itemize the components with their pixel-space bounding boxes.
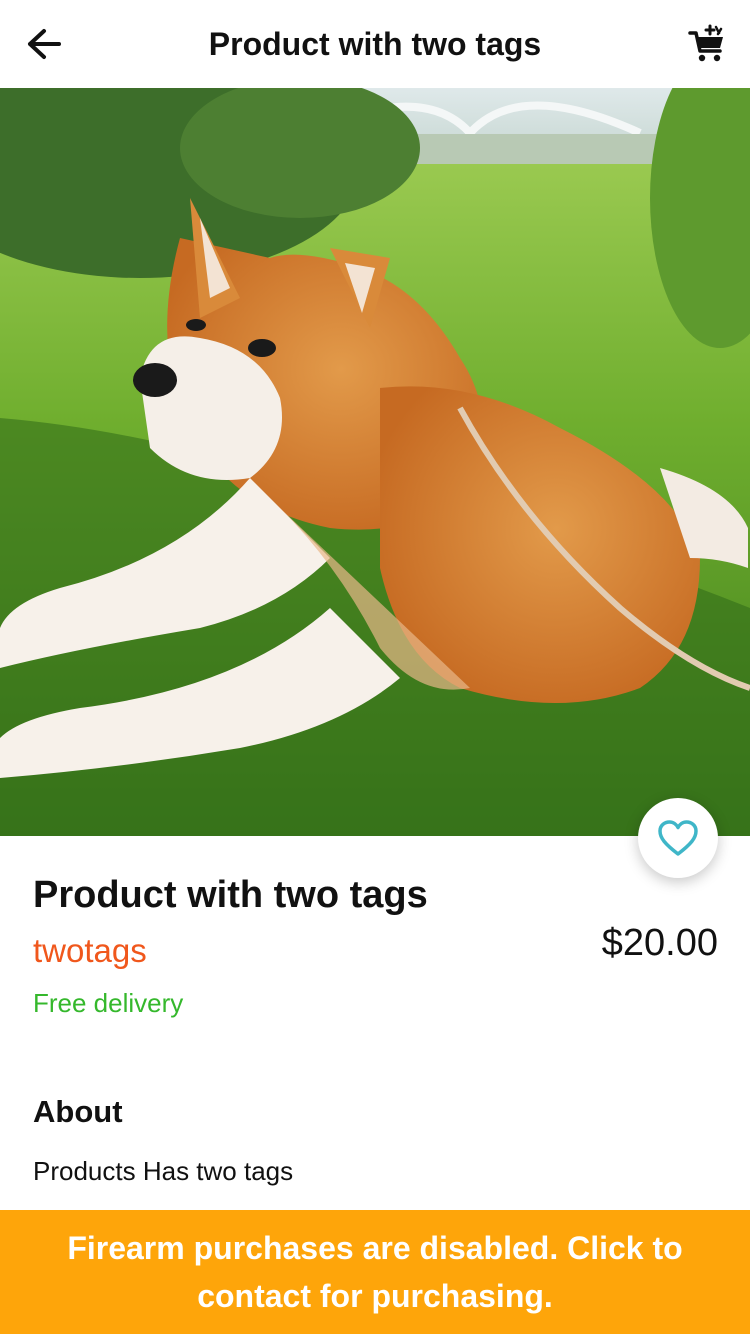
cart-button[interactable] <box>682 20 732 68</box>
delivery-status: Free delivery <box>33 988 184 1018</box>
banner-text: Firearm purchases are disabled. Click to… <box>67 1230 683 1314</box>
product-image <box>0 88 750 836</box>
back-button[interactable] <box>20 22 68 66</box>
arrow-left-icon <box>28 29 61 59</box>
favorite-button[interactable] <box>638 798 718 878</box>
about-description: Products Has two tags <box>33 1156 294 1186</box>
product-title: Product with two tags <box>33 874 428 916</box>
product-price: $20.00 <box>601 922 718 964</box>
heart-outline-icon <box>658 820 698 856</box>
shopping-cart-icon <box>688 24 723 62</box>
top-app-bar: Product with two tags <box>0 0 750 88</box>
page-title: Product with two tags <box>208 25 542 62</box>
about-heading: About <box>33 1094 123 1129</box>
contact-purchase-banner[interactable]: Firearm purchases are disabled. Click to… <box>0 1210 750 1334</box>
product-tag-link[interactable]: twotags <box>33 932 147 970</box>
